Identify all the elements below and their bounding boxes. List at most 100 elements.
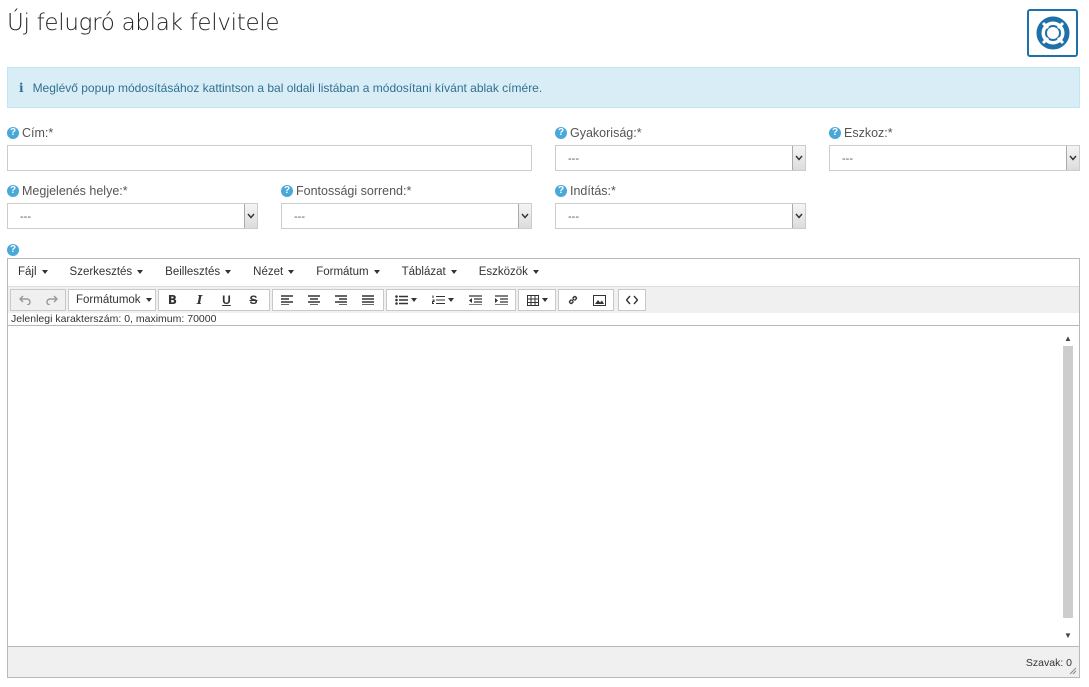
undo-icon [18, 295, 31, 305]
scroll-up-icon[interactable]: ▲ [1064, 334, 1072, 343]
device-label-text: Eszkoz:* [844, 126, 893, 140]
priority-select[interactable]: --- [281, 203, 532, 229]
help-question-icon[interactable]: ? [7, 127, 19, 139]
align-justify-button[interactable] [354, 290, 381, 310]
outdent-button[interactable] [462, 290, 489, 310]
menu-view-label: Nézet [253, 266, 284, 278]
numbered-list-button[interactable] [424, 290, 461, 310]
title-input[interactable] [7, 145, 532, 171]
device-select[interactable]: --- [829, 145, 1080, 171]
strikethrough-button[interactable]: S [240, 290, 267, 310]
help-button[interactable] [1027, 9, 1078, 57]
bold-button[interactable]: B [159, 290, 186, 310]
bullet-list-icon [394, 295, 408, 305]
chevron-down-icon[interactable] [244, 204, 257, 228]
indent-icon [495, 295, 509, 305]
frequency-select[interactable]: --- [555, 145, 806, 171]
lifebuoy-icon [1036, 16, 1069, 50]
location-select-value: --- [20, 211, 31, 223]
caret-down-icon [541, 298, 548, 302]
underline-button[interactable]: U [213, 290, 240, 310]
formats-dropdown[interactable]: Formátumok [68, 289, 156, 311]
image-icon [593, 294, 606, 306]
table-button[interactable] [519, 290, 555, 310]
align-right-icon [334, 295, 347, 305]
caret-down-icon [410, 298, 417, 302]
help-question-icon[interactable]: ? [555, 185, 567, 197]
menu-insert[interactable]: Beillesztés [158, 266, 232, 278]
italic-button[interactable]: I [186, 290, 213, 310]
menu-tools[interactable]: Eszközök [472, 266, 539, 278]
indent-button[interactable] [488, 290, 515, 310]
priority-label-text: Fontossági sorrend:* [296, 184, 412, 198]
align-center-button[interactable] [300, 290, 327, 310]
frequency-label: ? Gyakoriság:* [555, 125, 642, 141]
help-question-icon[interactable]: ? [281, 185, 293, 197]
resize-handle-icon[interactable] [1069, 667, 1077, 675]
source-code-button[interactable] [619, 290, 645, 310]
start-select-value: --- [568, 211, 579, 223]
source-group [618, 289, 646, 311]
caret-down-icon [137, 270, 144, 274]
help-question-icon[interactable]: ? [7, 244, 19, 256]
editor-menubar: Fájl Szerkesztés Beillesztés Nézet Formá… [8, 259, 1079, 285]
menu-edit-label: Szerkesztés [69, 266, 133, 278]
bullet-list-button[interactable] [387, 290, 424, 310]
title-label-text: Cím:* [22, 126, 54, 140]
menu-file-label: Fájl [18, 266, 37, 278]
caret-down-icon [225, 270, 232, 274]
menu-format[interactable]: Formátum [309, 266, 380, 278]
code-icon [626, 295, 638, 305]
scroll-thumb[interactable] [1063, 346, 1073, 618]
align-right-button[interactable] [327, 290, 354, 310]
bold-icon: B [167, 293, 178, 307]
vertical-scrollbar[interactable]: ▲ ▼ [1063, 334, 1073, 640]
formats-label: Formátumok [76, 294, 141, 306]
help-question-icon[interactable]: ? [829, 127, 841, 139]
scroll-down-icon[interactable]: ▼ [1064, 631, 1072, 640]
align-left-button[interactable] [273, 290, 300, 310]
menu-edit[interactable]: Szerkesztés [63, 266, 144, 278]
strikethrough-icon: S [249, 293, 258, 307]
caret-down-icon [288, 270, 295, 274]
info-icon: i [19, 80, 24, 95]
history-group [10, 289, 66, 311]
chevron-down-icon[interactable] [518, 204, 531, 228]
italic-icon: I [196, 293, 203, 307]
character-count: Jelenlegi karakterszám: 0, maximum: 7000… [11, 313, 217, 325]
menu-view[interactable]: Nézet [246, 266, 295, 278]
start-select[interactable]: --- [555, 203, 806, 229]
menu-insert-label: Beillesztés [165, 266, 221, 278]
device-label: ? Eszkoz:* [829, 125, 893, 141]
start-label-text: Indítás:* [570, 184, 616, 198]
help-question-icon[interactable]: ? [7, 185, 19, 197]
editor-toolbar: Formátumok B I U S [8, 286, 1079, 313]
insert-group [558, 289, 614, 311]
rich-text-editor: Fájl Szerkesztés Beillesztés Nézet Formá… [7, 258, 1080, 678]
location-select[interactable]: --- [7, 203, 258, 229]
undo-button[interactable] [11, 290, 38, 310]
help-question-icon[interactable]: ? [555, 127, 567, 139]
frequency-select-value: --- [568, 153, 579, 165]
redo-button[interactable] [38, 290, 65, 310]
chevron-down-icon[interactable] [792, 204, 805, 228]
frequency-label-text: Gyakoriság:* [570, 126, 642, 140]
link-button[interactable] [559, 290, 586, 310]
menu-tools-label: Eszközök [478, 266, 528, 278]
priority-label: ? Fontossági sorrend:* [281, 183, 411, 199]
start-label: ? Indítás:* [555, 183, 616, 199]
location-label-text: Megjelenés helye:* [22, 184, 128, 198]
numbered-list-icon [432, 295, 446, 305]
chevron-down-icon[interactable] [1066, 146, 1079, 170]
menu-format-label: Formátum [316, 266, 369, 278]
menu-file[interactable]: Fájl [11, 266, 48, 278]
editor-content-area[interactable]: ▲ ▼ [8, 325, 1079, 648]
menu-table-label: Táblázat [401, 266, 446, 278]
chevron-down-icon[interactable] [792, 146, 805, 170]
content-label: ? [7, 242, 22, 258]
image-button[interactable] [586, 290, 613, 310]
table-dropdown[interactable] [518, 289, 556, 311]
menu-table[interactable]: Táblázat [395, 266, 457, 278]
caret-down-icon [373, 270, 380, 274]
location-label: ? Megjelenés helye:* [7, 183, 128, 199]
